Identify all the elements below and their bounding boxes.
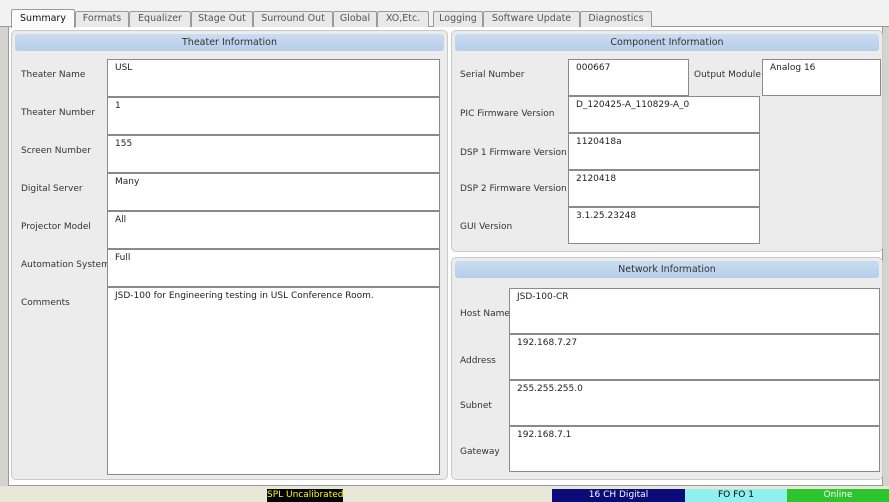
online-status: Online [787,489,889,502]
dsp2-firmware-label: DSP 2 Firmware Version [460,184,567,194]
gui-version-label: GUI Version [460,222,513,232]
automation-system-field[interactable]: Full [107,249,440,287]
pic-firmware-field[interactable]: D_120425-A_110829-A_0 [568,96,760,133]
dsp1-firmware-label: DSP 1 Firmware Version [460,148,567,158]
component-information-panel: Component Information Serial Number 0006… [451,30,883,252]
tab-formats[interactable]: Formats [75,11,129,27]
screen-number-field[interactable]: 155 [107,135,440,173]
tab-logging[interactable]: Logging [433,11,483,27]
subnet-label: Subnet [460,401,492,411]
pic-firmware-label: PIC Firmware Version [460,109,555,119]
gateway-label: Gateway [460,447,500,457]
summary-page: Theater Information Theater Name USL The… [8,27,883,486]
automation-system-label: Automation System [21,260,110,270]
gui-version-field[interactable]: 3.1.25.23248 [568,207,760,244]
serial-number-label: Serial Number [460,70,525,80]
tab-surround-out[interactable]: Surround Out [253,11,333,27]
dsp1-firmware-field[interactable]: 1120418a [568,133,760,170]
format-status: FO FO 1 [685,489,787,502]
theater-information-header: Theater Information [15,34,444,51]
theater-name-field[interactable]: USL [107,59,440,97]
tab-summary[interactable]: Summary [11,9,75,28]
tab-diagnostics[interactable]: Diagnostics [580,11,652,27]
screen-number-label: Screen Number [21,146,91,156]
dsp2-firmware-field[interactable]: 2120418 [568,170,760,207]
output-module-label: Output Module [694,70,761,80]
spl-status: SPL Uncalibrated [267,489,344,502]
projector-model-label: Projector Model [21,222,91,232]
digital-server-field[interactable]: Many [107,173,440,211]
network-information-panel: Network Information Host Name JSD-100-CR… [451,257,883,480]
network-information-header: Network Information [455,261,879,278]
address-label: Address [460,356,496,366]
component-information-header: Component Information [455,34,879,51]
theater-number-field[interactable]: 1 [107,97,440,135]
digital-server-label: Digital Server [21,184,83,194]
host-name-field[interactable]: JSD-100-CR [509,288,880,334]
tab-equalizer[interactable]: Equalizer [129,11,191,27]
tab-xo-etc[interactable]: XO,Etc. [377,11,429,27]
tab-stage-out[interactable]: Stage Out [191,11,253,27]
serial-number-field[interactable]: 000667 [568,59,689,96]
comments-label: Comments [21,298,70,308]
host-name-label: Host Name [460,309,510,319]
output-module-field[interactable]: Analog 16 [762,59,881,96]
address-field[interactable]: 192.168.7.27 [509,334,880,380]
subnet-field[interactable]: 255.255.255.0 [509,380,880,426]
theater-information-panel: Theater Information Theater Name USL The… [11,30,448,480]
tab-global[interactable]: Global [333,11,377,27]
theater-number-label: Theater Number [21,108,96,118]
projector-model-field[interactable]: All [107,211,440,249]
theater-name-label: Theater Name [21,70,86,80]
comments-field[interactable]: JSD-100 for Engineering testing in USL C… [107,287,440,475]
channel-status: 16 CH Digital [552,489,685,502]
gateway-field[interactable]: 192.168.7.1 [509,426,880,472]
status-bar: SPL Uncalibrated 16 CH Digital FO FO 1 O… [0,486,889,502]
tab-software-update[interactable]: Software Update [483,11,580,27]
tab-bar: Summary Formats Equalizer Stage Out Surr… [0,0,889,28]
